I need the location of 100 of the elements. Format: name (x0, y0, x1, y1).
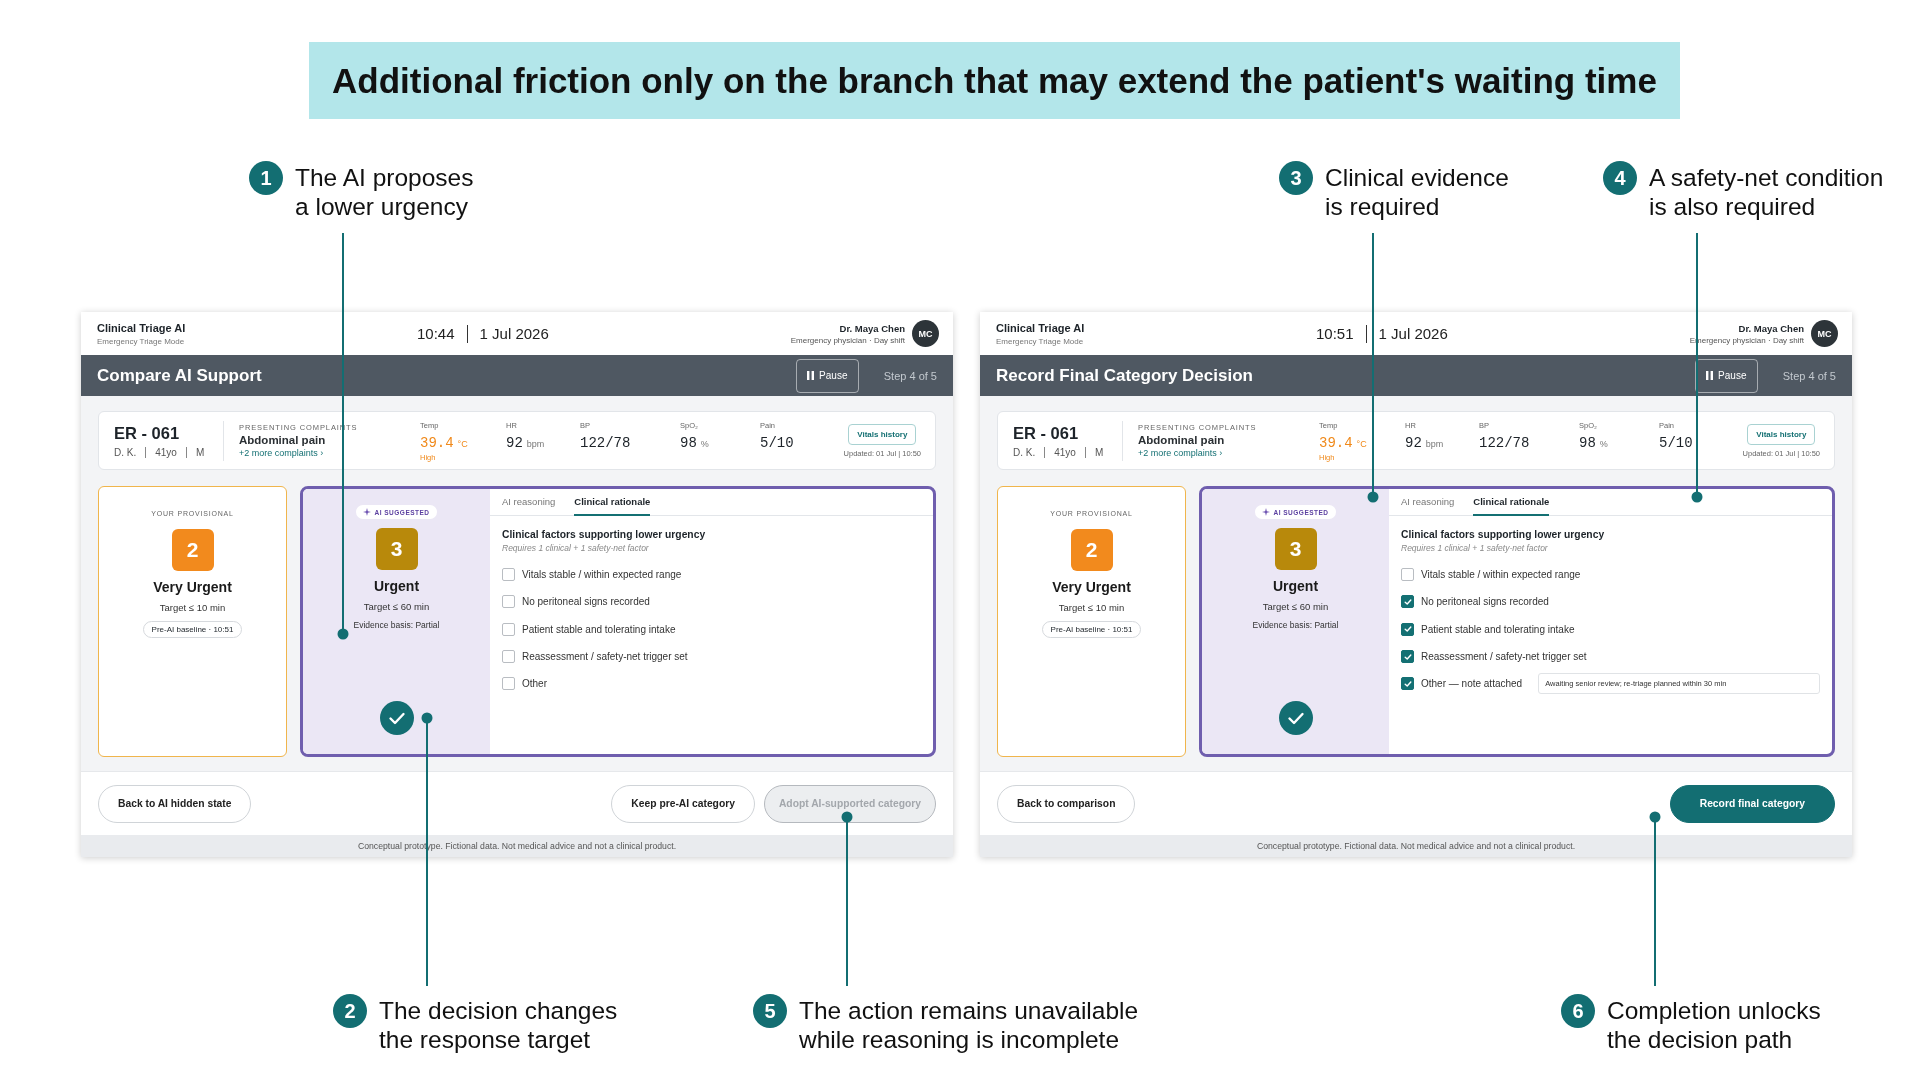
action-button[interactable]: Keep pre-AI category (611, 784, 755, 823)
pause-button[interactable]: Pause (1694, 358, 1758, 393)
check-circle-icon (1278, 701, 1313, 735)
clock-date: 1 Jul 2026 (1378, 325, 1448, 342)
baseline-tag: Pre-AI baseline · 10:51 (1041, 621, 1142, 638)
user-avatar[interactable]: MC (1811, 320, 1838, 347)
category-name: Urgent (1272, 578, 1319, 594)
checkmark-icon (1403, 597, 1412, 606)
vital-value: 39.4 (420, 435, 454, 451)
app-name: Clinical Triage AI (996, 321, 1085, 334)
checkmark-icon (1403, 625, 1412, 634)
vital-value: 5/10 (1659, 435, 1693, 451)
callout-number: 4 (1603, 161, 1637, 195)
callout-number: 6 (1561, 994, 1595, 1028)
vital-value: 92 (1405, 435, 1422, 451)
category-name: Very Urgent (1052, 579, 1131, 595)
checkbox[interactable] (1401, 650, 1414, 664)
callout-number: 2 (333, 994, 367, 1028)
disclaimer-text: Conceptual prototype. Fictional data. Not medical advice and not a clinical product. (1256, 841, 1576, 851)
factor-label: Patient stable and tolerating intake (522, 623, 676, 635)
pause-icon (807, 371, 815, 380)
complaint-text: Abdominal pain (239, 434, 326, 446)
vitals-history-button[interactable]: Vitals history (848, 423, 917, 445)
category-badge: 2 (171, 529, 214, 571)
vital-value: 92 (506, 435, 523, 451)
checkbox[interactable] (502, 568, 515, 582)
rationale-requirement: Requires 1 clinical + 1 safety-net factor (1401, 543, 1548, 553)
patient-id: ER - 061 (114, 423, 181, 443)
complaint-text: Abdominal pain (1138, 434, 1225, 446)
clock-time: 10:51 (1316, 325, 1354, 342)
step-counter: Step 4 of 5 (883, 369, 937, 382)
back-button[interactable]: Back to AI hidden state (98, 784, 252, 823)
baseline-tag: Pre-AI baseline · 10:51 (142, 621, 243, 638)
more-complaints-link[interactable]: +2 more complaints › (1138, 448, 1223, 458)
factor-label: No peritoneal signs recorded (522, 596, 650, 608)
vital-unit: bpm (526, 439, 545, 449)
callout-number: 5 (753, 994, 787, 1028)
checkbox[interactable] (502, 677, 515, 691)
vital-unit: % (700, 439, 709, 449)
tab[interactable]: AI reasoning (502, 489, 556, 516)
patient-id: ER - 061 (1013, 423, 1080, 443)
tab[interactable]: Clinical rationale (574, 489, 651, 516)
action-button[interactable]: Record final category (1669, 784, 1835, 823)
callout-number: 3 (1279, 161, 1313, 195)
page-title: Record Final Category Decision (996, 365, 1253, 386)
user-name: Dr. Maya Chen (839, 322, 905, 334)
tab[interactable]: AI reasoning (1401, 489, 1455, 516)
step-counter: Step 4 of 5 (1782, 369, 1836, 382)
clock-date: 1 Jul 2026 (479, 325, 549, 342)
more-complaints-link[interactable]: +2 more complaints › (239, 448, 324, 458)
factor-label: Other (522, 678, 547, 690)
vital-unit: °C (1356, 439, 1367, 449)
callout-text: The action remains unavailable while reasoning is incomplete (799, 996, 1139, 1054)
checkbox[interactable] (1401, 568, 1414, 582)
checkmark-icon (1403, 679, 1412, 688)
factor-label: Vitals stable / within expected range (522, 569, 682, 581)
category-name: Urgent (373, 578, 420, 594)
vital-value: 122/78 (1479, 435, 1530, 451)
patient-age: 41yo (155, 446, 177, 458)
callout-text: The AI proposes a lower urgency (295, 163, 474, 221)
checkbox[interactable] (502, 650, 515, 664)
page-title: Compare AI Support (97, 365, 262, 386)
checkbox[interactable] (1401, 595, 1414, 609)
category-name: Very Urgent (153, 579, 232, 595)
vital-value: 98 (1579, 435, 1596, 451)
checkbox[interactable] (1401, 677, 1414, 691)
checkbox[interactable] (1401, 622, 1414, 636)
patient-sex: M (195, 446, 205, 458)
factor-label: Patient stable and tolerating intake (1421, 623, 1575, 635)
factor-label: Other — note attached (1421, 678, 1523, 690)
category-badge: 3 (375, 528, 418, 570)
vital-unit: % (1599, 439, 1608, 449)
check-circle-icon (379, 701, 414, 735)
headline-banner: Additional friction only on the branch that may extend the patient's waiting time (309, 42, 1680, 119)
pause-button[interactable]: Pause (795, 358, 859, 393)
factor-label: No peritoneal signs recorded (1421, 596, 1549, 608)
evidence-basis: Evidence basis: Partial (1252, 620, 1339, 630)
checkmark-icon (1403, 652, 1412, 661)
tab[interactable]: Clinical rationale (1473, 489, 1550, 516)
vital-unit: bpm (1425, 439, 1444, 449)
patient-sex: M (1094, 446, 1104, 458)
rationale-requirement: Requires 1 clinical + 1 safety-net factor (502, 543, 649, 553)
back-button[interactable]: Back to comparison (997, 784, 1136, 823)
vital-unit: °C (457, 439, 468, 449)
callout-text: A safety-net condition is also required (1649, 163, 1884, 221)
callout-text: Completion unlocks the decision path (1607, 996, 1821, 1054)
user-name: Dr. Maya Chen (1738, 322, 1804, 334)
vitals-history-button[interactable]: Vitals history (1747, 423, 1816, 445)
target-time: Target ≤ 60 min (363, 601, 430, 612)
checkbox[interactable] (502, 595, 515, 609)
user-avatar[interactable]: MC (912, 320, 939, 347)
callout-text: Clinical evidence is required (1325, 163, 1509, 221)
user-role: Emergency physician · Day shift (790, 335, 905, 345)
callout-text: The decision changes the response target (379, 996, 618, 1054)
patient-initials: D. K. (1013, 446, 1036, 458)
mode-label: Emergency Triage Mode (996, 336, 1084, 346)
target-time: Target ≤ 10 min (159, 602, 226, 613)
factor-label: Vitals stable / within expected range (1421, 569, 1581, 581)
app-name: Clinical Triage AI (97, 321, 186, 334)
checkbox[interactable] (502, 622, 515, 636)
